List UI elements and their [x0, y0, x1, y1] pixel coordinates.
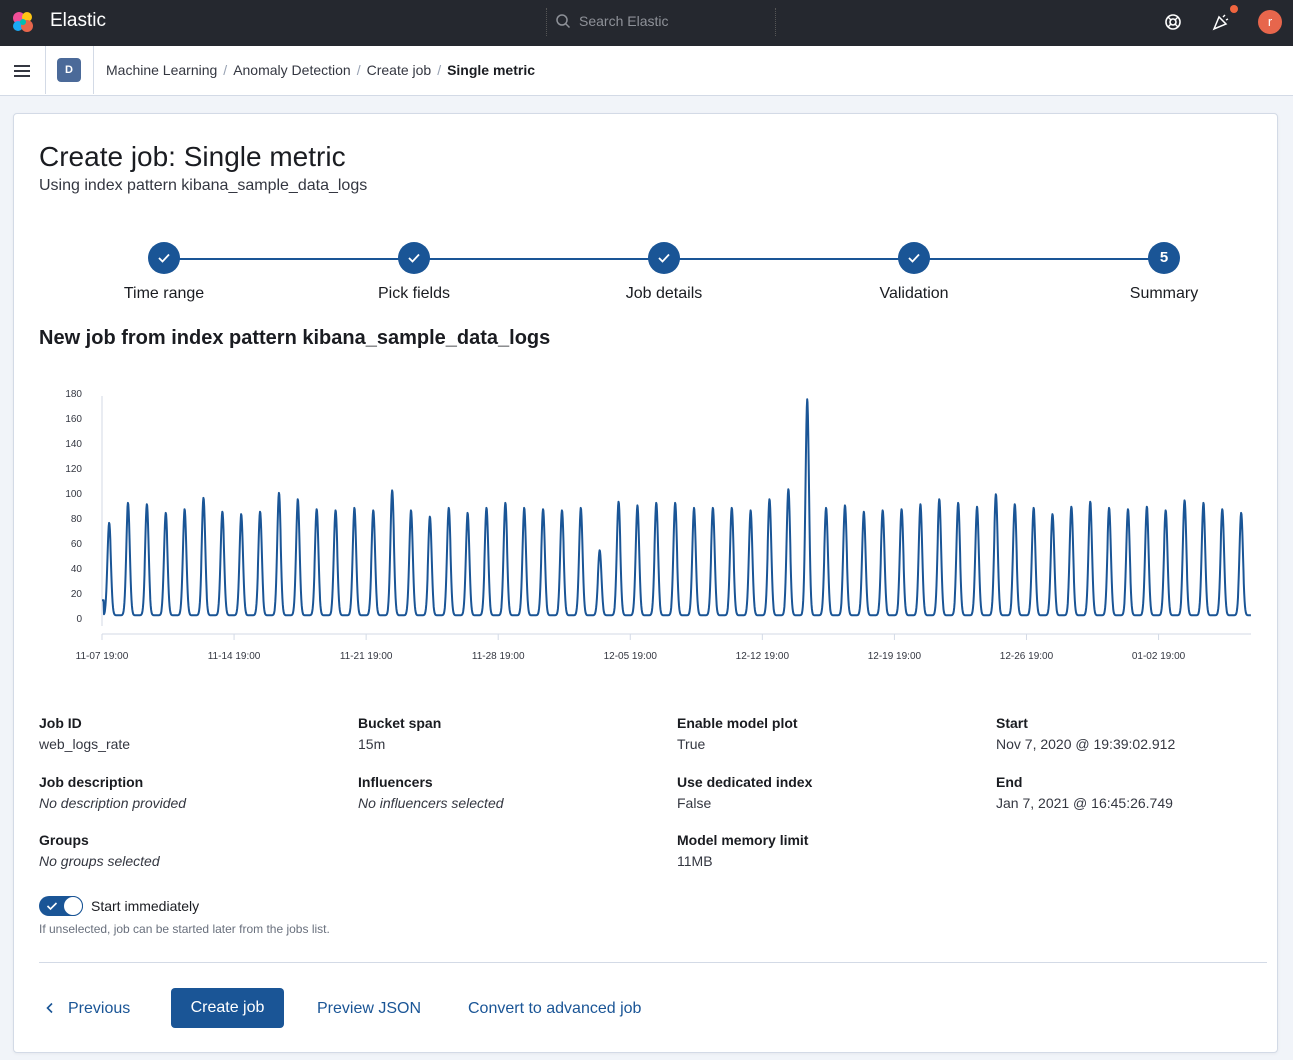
influencers-value: No influencers selected — [358, 795, 504, 811]
start-immediately-switch[interactable] — [39, 896, 83, 916]
breadcrumb-bar: D Machine Learning / Anomaly Detection / Cre… — [0, 46, 1293, 96]
page-title: Create job: Single metric — [39, 141, 346, 172]
model-memory-limit-label: Model memory limit — [677, 832, 809, 848]
step-label-summary: Summary — [1129, 285, 1199, 302]
job-id-label: Job ID — [39, 715, 82, 731]
check-icon — [658, 253, 670, 263]
step-summary-circle[interactable]: 5 — [1148, 242, 1180, 274]
step-label-pick-fields[interactable]: Pick fields — [324, 285, 504, 303]
step-label-job-details[interactable]: Job details — [574, 285, 754, 303]
x-tick-label: 11-21 19:00 — [340, 651, 393, 662]
model-plot-label: Enable model plot — [677, 715, 798, 731]
step-time-range-circle[interactable] — [148, 242, 180, 274]
x-tick-label: 12-26 19:00 — [1000, 651, 1054, 662]
convert-advanced-job-button[interactable]: Convert to advanced job — [468, 989, 641, 1029]
brand-name: Elastic — [50, 10, 106, 31]
x-tick-label: 11-28 19:00 — [472, 651, 525, 662]
event-rate-series-line — [101, 398, 1252, 617]
search-bar[interactable]: Search Elastic — [546, 8, 776, 36]
step-pick-fields-circle[interactable] — [398, 242, 430, 274]
dedicated-index-value: False — [677, 795, 712, 811]
step-validation-circle[interactable] — [898, 242, 930, 274]
end-value: Jan 7, 2021 @ 16:45:26.749 — [996, 795, 1173, 811]
notification-badge — [1230, 5, 1238, 13]
breadcrumb-create-job[interactable]: Create job — [367, 62, 432, 78]
job-description-value: No description provided — [39, 795, 187, 811]
divider — [93, 46, 94, 94]
menu-icon[interactable] — [12, 61, 32, 81]
previous-button[interactable]: Previous — [44, 989, 130, 1029]
y-tick-label: 0 — [76, 614, 82, 625]
check-icon — [908, 253, 920, 263]
y-tick-label: 120 — [65, 464, 82, 475]
step-job-details-circle[interactable] — [648, 242, 680, 274]
bucket-span-label: Bucket span — [358, 715, 442, 731]
divider — [39, 962, 1267, 963]
previous-label: Previous — [68, 1000, 131, 1017]
start-immediately-help: If unselected, job can be started later … — [39, 922, 330, 936]
groups-value: No groups selected — [39, 853, 160, 869]
breadcrumb-machine-learning[interactable]: Machine Learning — [106, 62, 217, 78]
arrow-left-icon — [46, 1002, 53, 1014]
step-label-time-range[interactable]: Time range — [74, 285, 254, 303]
divider — [45, 46, 46, 94]
check-icon — [408, 253, 420, 263]
create-job-panel: Create job: Single metric Using index pa… — [13, 113, 1278, 1053]
user-avatar[interactable]: r — [1258, 10, 1282, 34]
end-label: End — [996, 774, 1023, 790]
breadcrumb: Machine Learning / Anomaly Detection / Creat… — [106, 62, 535, 78]
event-rate-chart: 0 20 40 60 80 100 120 140 160 180 11-07 19:00 11-14… — [65, 389, 1252, 662]
newsfeed-icon[interactable] — [1211, 12, 1231, 32]
space-initial: D — [65, 64, 73, 76]
breadcrumb-anomaly-detection[interactable]: Anomaly Detection — [233, 62, 351, 78]
y-tick-label: 40 — [71, 564, 83, 575]
start-value: Nov 7, 2020 @ 19:39:02.912 — [996, 736, 1176, 752]
top-header: Elastic Search Elastic r — [0, 0, 1293, 46]
dedicated-index-label: Use dedicated index — [677, 774, 813, 790]
groups-label: Groups — [39, 832, 89, 848]
y-tick-label: 180 — [65, 389, 82, 400]
start-label: Start — [996, 715, 1028, 731]
check-icon — [46, 902, 58, 911]
step-label-validation[interactable]: Validation — [824, 285, 1004, 303]
search-icon — [556, 14, 571, 29]
search-input[interactable]: Search Elastic — [579, 13, 668, 29]
page-subtitle: Using index pattern kibana_sample_data_l… — [39, 177, 368, 194]
create-job-button[interactable]: Create job — [171, 988, 284, 1028]
y-tick-label: 60 — [71, 539, 83, 550]
y-tick-label: 140 — [65, 439, 82, 450]
job-id-value: web_logs_rate — [39, 736, 131, 752]
y-tick-label: 20 — [71, 589, 83, 600]
start-immediately-label[interactable]: Start immediately — [91, 898, 199, 914]
space-selector[interactable]: D — [57, 58, 81, 82]
x-tick-label: 12-05 19:00 — [604, 651, 658, 662]
x-tick-label: 01-02 19:00 — [1132, 651, 1186, 662]
y-tick-label: 80 — [71, 514, 83, 525]
model-plot-value: True — [677, 736, 706, 752]
x-tick-label: 11-07 19:00 — [76, 651, 129, 662]
bucket-span-value: 15m — [358, 736, 386, 752]
x-tick-label: 12-19 19:00 — [868, 651, 922, 662]
check-icon — [158, 253, 170, 263]
help-icon[interactable] — [1163, 12, 1183, 32]
chart-title: New job from index pattern kibana_sample… — [39, 327, 551, 349]
breadcrumb-current: Single metric — [447, 62, 535, 78]
y-tick-label: 100 — [65, 489, 82, 500]
elastic-logo-icon[interactable] — [10, 9, 36, 35]
influencers-label: Influencers — [358, 774, 433, 790]
switch-knob — [63, 896, 83, 916]
model-memory-limit-value: 11MB — [677, 853, 713, 869]
x-tick-label: 11-14 19:00 — [208, 651, 261, 662]
y-tick-label: 160 — [65, 414, 82, 425]
x-tick-label: 12-12 19:00 — [736, 651, 790, 662]
preview-json-button[interactable]: Preview JSON — [317, 989, 421, 1029]
job-description-label: Job description — [39, 774, 144, 790]
